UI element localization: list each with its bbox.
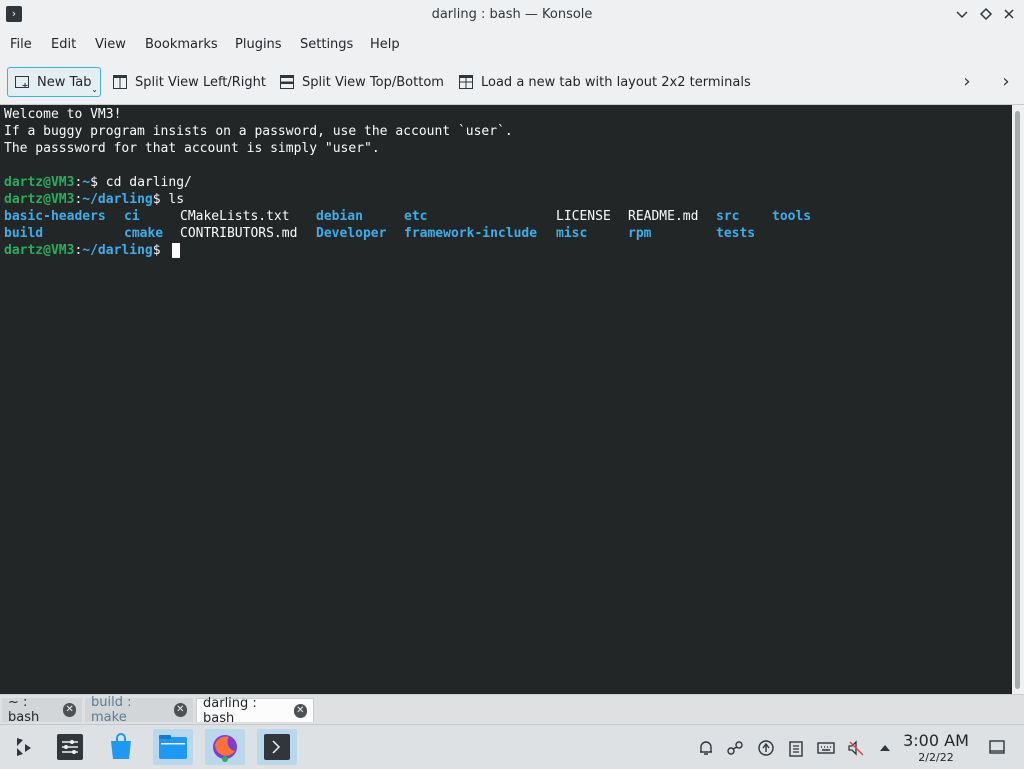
prompt-line: dartz@VM3:~/darling$	[4, 242, 168, 259]
ls-entry-dir: tests	[716, 226, 756, 241]
clipboard-icon[interactable]	[787, 739, 805, 757]
ls-entry-dir: Developer	[316, 226, 387, 241]
ls-entry-dir: framework-include	[404, 226, 538, 241]
menu-bookmarks[interactable]: Bookmarks	[145, 37, 218, 52]
ls-entry-dir: build	[4, 226, 44, 241]
tab-label: ~ : bash	[8, 695, 40, 725]
ls-entry-file: CONTRIBUTORS.md	[180, 226, 298, 241]
tab-label: build : make	[91, 695, 132, 725]
ls-entry-file: LICENSE	[556, 209, 611, 224]
prompt-end: $	[90, 175, 106, 190]
ls-entry-dir: tools	[772, 209, 812, 224]
title-bar: › darling : bash — Konsole	[0, 0, 1024, 30]
minimize-icon[interactable]	[954, 6, 970, 22]
dropdown-arrow-icon[interactable]: ⌄	[91, 85, 98, 94]
window-title: darling : bash — Konsole	[431, 7, 593, 22]
application-launcher-icon[interactable]	[2, 729, 42, 765]
split-left-right-label: Split View Left/Right	[135, 74, 267, 90]
tab-label: darling : bash	[203, 695, 257, 726]
toolbar: New Tab ⌄ Split View Left/Right Split Vi…	[0, 60, 1024, 105]
split-top-bottom-button[interactable]: Split View Top/Bottom	[273, 67, 450, 97]
close-tab-icon[interactable]: ✕	[63, 703, 76, 717]
scrollbar-thumb[interactable]	[1015, 111, 1020, 689]
menu-file[interactable]: File	[10, 37, 32, 52]
tab-darling-bash[interactable]: darling : bash ✕	[196, 696, 314, 726]
split-vertical-icon	[112, 74, 128, 90]
taskbar: 3:00 AM 2/2/22	[0, 724, 1024, 769]
ls-entry-dir: basic-headers	[4, 209, 106, 224]
new-tab-label: New Tab	[37, 74, 92, 90]
ls-entry-file: README.md	[628, 209, 699, 224]
menu-edit[interactable]: Edit	[51, 37, 76, 52]
prompt-end: $	[152, 192, 169, 207]
prompt-line: dartz@VM3:~$ cd darling/	[4, 174, 192, 191]
menu-settings[interactable]: Settings	[300, 37, 353, 52]
close-tab-icon[interactable]: ✕	[293, 703, 307, 718]
prompt-userhost: dartz@VM3	[4, 175, 75, 190]
prompt-userhost: dartz@VM3	[4, 192, 75, 207]
kde-connect-icon[interactable]	[726, 739, 744, 757]
clock-time[interactable]: 3:00 AM	[900, 731, 972, 750]
prompt-end: $	[152, 243, 169, 258]
split-top-bottom-label: Split View Top/Bottom	[302, 74, 444, 90]
menu-help[interactable]: Help	[370, 37, 400, 52]
terminal-view[interactable]: Welcome to VM3! If a buggy program insis…	[0, 105, 1012, 694]
updates-icon[interactable]	[757, 739, 775, 757]
grid-layout-icon	[458, 74, 474, 90]
volume-muted-icon[interactable]	[847, 739, 865, 757]
close-tab-icon[interactable]: ✕	[173, 703, 187, 717]
ls-entry-file: CMakeLists.txt	[180, 209, 290, 224]
text-cursor	[172, 243, 180, 258]
menu-bar: File Edit View Bookmarks Plugins Setting…	[0, 30, 1024, 60]
motd-line: The passsword for that account is simply…	[4, 141, 380, 156]
chevron-right-icon[interactable]: ›	[957, 70, 977, 94]
ls-entry-dir: src	[716, 209, 740, 224]
notifications-icon[interactable]	[697, 739, 715, 757]
layout-2x2-label: Load a new tab with layout 2x2 terminals	[481, 74, 751, 90]
prompt-path: ~/darling	[82, 192, 153, 207]
prompt-path: ~/darling	[82, 243, 153, 258]
discover-store-icon[interactable]	[101, 729, 141, 765]
new-tab-button[interactable]: New Tab ⌄	[7, 67, 101, 97]
toolbar-overflow-icon[interactable]: ›	[996, 70, 1016, 94]
motd-line: Welcome to VM3!	[4, 107, 122, 122]
close-icon[interactable]	[1001, 6, 1017, 22]
prompt-line: dartz@VM3:~/darling$ ls	[4, 191, 184, 208]
split-left-right-button[interactable]: Split View Left/Right	[106, 67, 272, 97]
maximize-icon[interactable]	[978, 6, 994, 22]
split-horizontal-icon	[279, 74, 295, 90]
prompt-userhost: dartz@VM3	[4, 243, 75, 258]
layout-2x2-button[interactable]: Load a new tab with layout 2x2 terminals	[452, 67, 757, 97]
konsole-task-icon[interactable]	[257, 729, 297, 765]
ls-entry-dir: debian	[316, 209, 363, 224]
motd-line: If a buggy program insists on a password…	[4, 124, 513, 139]
firefox-icon[interactable]	[205, 729, 245, 765]
tab-home-bash[interactable]: ~ : bash ✕	[2, 695, 82, 725]
prompt-path: ~	[82, 175, 91, 190]
keyboard-icon[interactable]	[817, 739, 835, 757]
tab-build-make[interactable]: build : make ✕	[85, 695, 193, 725]
clock-date[interactable]: 2/2/22	[900, 751, 972, 764]
tab-bar: ~ : bash ✕ build : make ✕ darling : bash…	[0, 694, 1024, 726]
ls-entry-dir: ci	[124, 209, 140, 224]
show-hidden-icons-icon[interactable]	[876, 739, 894, 757]
terminal-scrollbar[interactable]	[1012, 105, 1024, 694]
menu-plugins[interactable]: Plugins	[235, 37, 282, 52]
command-text: cd darling/	[105, 175, 192, 190]
file-manager-icon[interactable]	[153, 729, 193, 765]
ls-entry-dir: etc	[404, 209, 428, 224]
command-text: ls	[168, 192, 185, 207]
ls-entry-dir: misc	[556, 226, 588, 241]
show-desktop-icon[interactable]	[988, 738, 1006, 756]
ls-entry-dir: rpm	[628, 226, 652, 241]
system-settings-icon[interactable]	[50, 729, 90, 765]
ls-entry-dir: cmake	[124, 226, 164, 241]
new-tab-icon	[14, 74, 30, 90]
menu-view[interactable]: View	[95, 37, 126, 52]
